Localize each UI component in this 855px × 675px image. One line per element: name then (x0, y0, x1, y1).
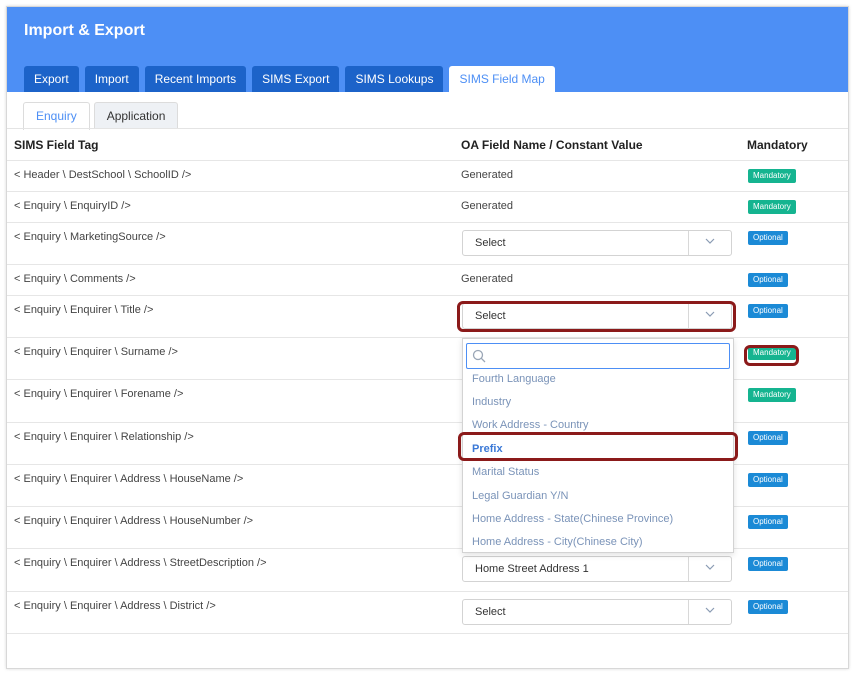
dropdown-option[interactable]: Fourth Language (472, 373, 556, 385)
field-select[interactable]: Select (462, 599, 732, 625)
callout-title-select (457, 301, 736, 332)
status-badge: Mandatory (748, 200, 796, 214)
row-divider (7, 191, 848, 192)
field-tag: < Enquiry \ Comments /> (14, 273, 136, 285)
field-tag: < Enquiry \ Enquirer \ Relationship /> (14, 431, 194, 443)
row-divider (7, 264, 848, 265)
column-header-mandatory: Mandatory (747, 138, 808, 152)
status-badge: Optional (748, 231, 788, 245)
tab-recent-imports[interactable]: Recent Imports (144, 66, 247, 92)
chevron-down-icon (705, 238, 715, 244)
select-value: Select (475, 237, 506, 249)
callout-mandatory-badge (744, 345, 799, 366)
field-tag: < Enquiry \ MarketingSource /> (14, 231, 166, 243)
header: Import & Export Export Import Recent Imp… (7, 7, 848, 92)
field-tag: < Enquiry \ Enquirer \ Forename /> (14, 388, 184, 400)
page-title: Import & Export (24, 22, 145, 39)
column-header-tag: SIMS Field Tag (14, 138, 99, 152)
dropdown-option[interactable]: Home Address - City(Chinese City) (472, 536, 643, 548)
field-tag: < Enquiry \ Enquirer \ Address \ StreetD… (14, 557, 267, 569)
tab-export[interactable]: Export (24, 66, 79, 92)
row-divider (7, 222, 848, 223)
status-badge: Optional (748, 515, 788, 529)
status-badge: Optional (748, 473, 788, 487)
field-tag: < Enquiry \ Enquirer \ Address \ Distric… (14, 600, 216, 612)
status-badge: Optional (748, 557, 788, 571)
field-value: Generated (461, 169, 513, 181)
status-badge: Optional (748, 304, 788, 318)
dropdown-option[interactable]: Industry (472, 396, 511, 408)
field-tag: < Header \ DestSchool \ SchoolID /> (14, 169, 192, 181)
select-divider (688, 557, 689, 581)
subtab-enquiry[interactable]: Enquiry (23, 102, 90, 130)
select-value: Select (475, 606, 506, 618)
tab-sims-export[interactable]: SIMS Export (252, 66, 340, 92)
field-tag: < Enquiry \ Enquirer \ Address \ HouseNu… (14, 515, 254, 527)
field-tag: < Enquiry \ Enquirer \ Surname /> (14, 346, 178, 358)
field-tag: < Enquiry \ EnquiryID /> (14, 200, 131, 212)
field-tag: < Enquiry \ Enquirer \ Title /> (14, 304, 154, 316)
status-badge: Mandatory (748, 169, 796, 183)
select-divider (688, 231, 689, 255)
chevron-down-icon (705, 564, 715, 570)
field-value: Generated (461, 200, 513, 212)
row-divider (7, 591, 848, 592)
sub-tabs: Enquiry Application (23, 102, 182, 130)
chevron-down-icon (705, 607, 715, 613)
dropdown-option[interactable]: Legal Guardian Y/N (472, 490, 568, 502)
dropdown-search-input[interactable] (466, 343, 730, 369)
status-badge: Optional (748, 273, 788, 287)
column-header-value: OA Field Name / Constant Value (461, 138, 643, 152)
row-divider (7, 160, 848, 161)
field-tag: < Enquiry \ Enquirer \ Address \ HouseNa… (14, 473, 244, 485)
tab-sims-lookups[interactable]: SIMS Lookups (345, 66, 444, 92)
status-badge: Optional (748, 431, 788, 445)
dropdown-option[interactable]: Work Address - Country (472, 419, 589, 431)
status-badge: Mandatory (748, 388, 796, 402)
field-select[interactable]: Select (462, 230, 732, 256)
row-divider (7, 633, 848, 634)
divider (7, 128, 848, 129)
select-divider (688, 600, 689, 624)
search-icon (472, 349, 486, 363)
callout-prefix-option (458, 432, 738, 461)
app-window: Import & Export Export Import Recent Imp… (6, 6, 849, 669)
select-value: Home Street Address 1 (475, 563, 589, 575)
field-value: Generated (461, 273, 513, 285)
tab-sims-field-map[interactable]: SIMS Field Map (449, 66, 555, 92)
dropdown-option[interactable]: Home Address - State(Chinese Province) (472, 513, 673, 525)
status-badge: Optional (748, 600, 788, 614)
row-divider (7, 295, 848, 296)
tab-import[interactable]: Import (84, 66, 139, 92)
dropdown-option[interactable]: Marital Status (472, 466, 539, 478)
subtab-application[interactable]: Application (93, 102, 179, 129)
main-tabs: Export Import Recent Imports SIMS Export… (24, 66, 561, 92)
field-select[interactable]: Home Street Address 1 (462, 556, 732, 582)
